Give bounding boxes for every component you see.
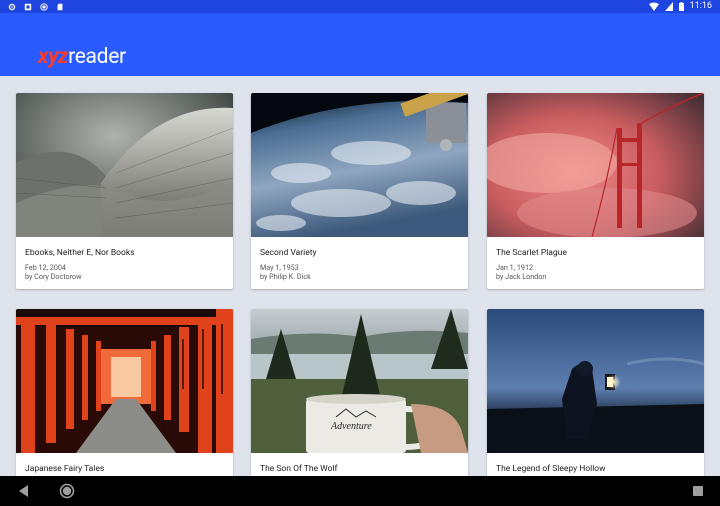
app-logo: xyzreader [38,45,126,69]
status-bar: 11:16 [0,0,720,13]
logo-accent: xyz [38,45,69,69]
app-bar: xyzreader [0,13,720,76]
article-title: Ebooks, Neither E, Nor Books [25,248,135,258]
article-title: Japanese Fairy Tales [25,464,105,474]
sd-card-icon [57,3,63,10]
lantern-night-photo [487,309,704,453]
article-card[interactable]: The Scarlet Plague Jan 1, 1912 by Jack L… [487,93,704,289]
article-date: May 1, 1953 [260,263,299,272]
article-card[interactable]: The Legend of Sleepy Hollow [487,309,704,489]
article-author: by Jack London [496,272,547,281]
article-author: by Philip K. Dick [260,272,311,281]
article-title: Second Variety [260,248,317,258]
signal-icon [664,2,673,11]
svg-text:Adventure: Adventure [330,421,372,432]
recents-icon[interactable] [688,476,708,506]
article-card[interactable]: Japanese Fairy Tales [16,309,233,489]
article-card[interactable]: Second Variety May 1, 1953 by Philip K. … [251,93,468,289]
record-icon [40,2,48,11]
torii-gates-photo [16,309,233,453]
mug-lake-photo: Adventure [251,309,468,453]
curved-roof-photo [16,93,233,237]
battery-icon [678,2,684,11]
clock: 11:16 [689,1,712,11]
earth-from-space-photo [251,93,468,237]
article-date: Jan 1, 1912 [496,263,534,272]
wifi-icon [648,2,659,11]
article-date: Feb 12, 2004 [25,263,66,272]
article-title: The Legend of Sleepy Hollow [496,464,606,474]
settings-icon [8,3,16,10]
back-icon[interactable] [14,476,34,506]
article-card[interactable]: Ebooks, Neither E, Nor Books Feb 12, 200… [16,93,233,289]
article-title: The Scarlet Plague [496,248,567,258]
article-title: The Son Of The Wolf [260,464,338,474]
navigation-bar [0,476,720,506]
article-author: by Cory Doctorow [25,272,82,281]
logo-text: reader [68,45,126,69]
android-icon [24,3,32,10]
golden-gate-fog-photo [487,93,704,237]
home-icon[interactable] [57,476,77,506]
article-card[interactable]: Adventure The Son Of The Wolf [251,309,468,489]
